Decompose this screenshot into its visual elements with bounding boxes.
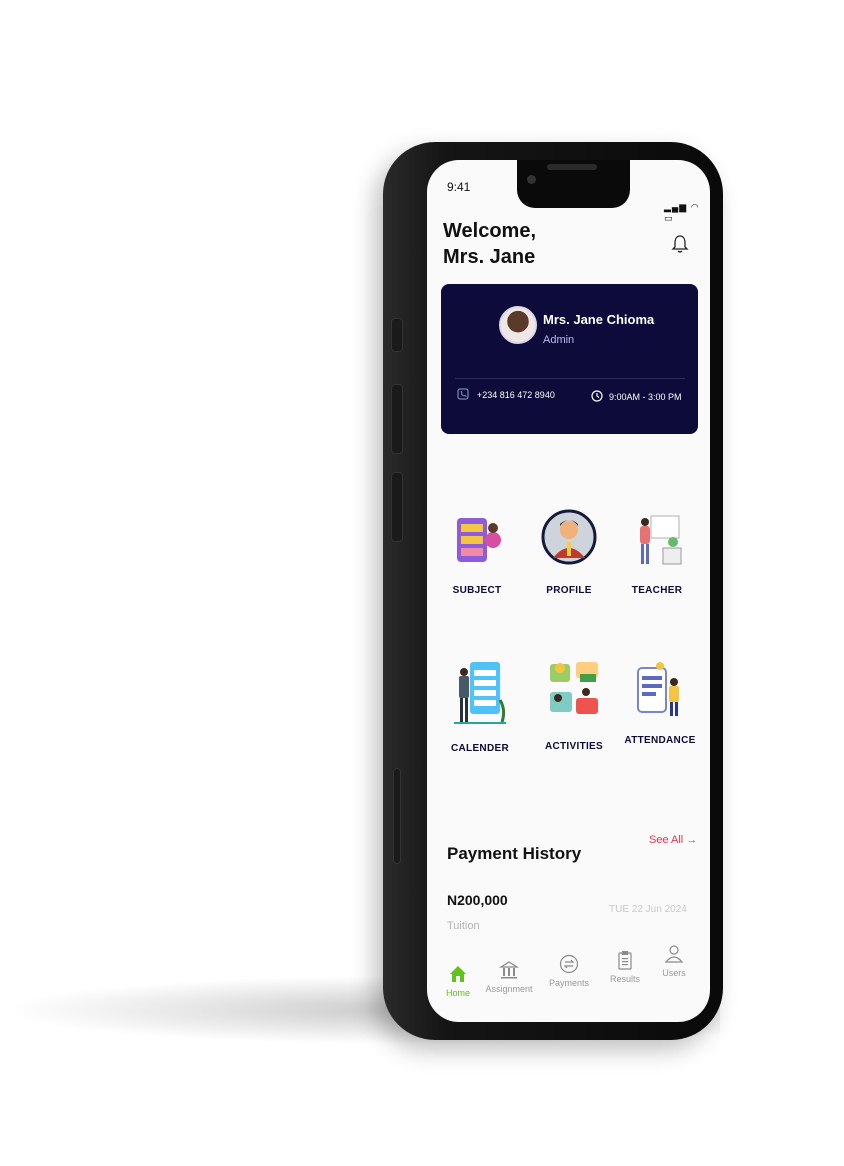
payment-amount: N200,000	[447, 892, 508, 908]
avatar	[499, 306, 537, 344]
home-icon	[450, 966, 466, 982]
profile-phone: +234 816 472 8940	[477, 390, 555, 400]
payment-history-title: Payment History	[447, 844, 582, 863]
status-icons: ▂▄▆ ◠ ▭	[664, 202, 700, 223]
profile-hours: 9:00AM - 3:00 PM	[609, 392, 682, 402]
clipboard-icon	[618, 951, 632, 970]
payment-type: Tuition	[447, 920, 480, 932]
calendar-illustration-icon	[454, 662, 506, 724]
tile-teacher[interactable]: TEACHER	[617, 512, 697, 596]
tile-profile[interactable]: PROFILE	[529, 502, 609, 596]
nav-item-home[interactable]: Home	[433, 964, 483, 998]
front-camera	[527, 175, 536, 184]
tile-label: ACTIVITIES	[544, 741, 603, 752]
teacher-illustration-icon	[640, 515, 682, 565]
tile-label: PROFILE	[546, 585, 592, 596]
profile-role: Admin	[543, 334, 575, 346]
speaker	[547, 164, 597, 170]
phone-icon	[457, 388, 469, 400]
notch	[517, 160, 630, 208]
nav-item-payments[interactable]: Payments	[544, 954, 594, 988]
tile-label: TEACHER	[631, 585, 683, 596]
tile-label: CALENDER	[451, 743, 509, 754]
profile-name: Mrs. Jane Chioma	[543, 312, 655, 327]
payment-date: TUE 22 Jun 2024	[609, 904, 687, 915]
user-icon	[664, 945, 684, 963]
exchange-icon	[559, 954, 579, 974]
status-time: 9:41	[447, 180, 471, 194]
silent-switch	[391, 318, 403, 352]
user-greeting-name: Mrs. Jane	[443, 246, 536, 268]
tile-attendance[interactable]: ATTENDANCE	[620, 662, 700, 746]
profile-card[interactable]: Mrs. Jane Chioma Admin +234 816 472 8940…	[441, 284, 698, 434]
activities-illustration-icon	[550, 662, 598, 714]
nav-label: Assignment	[485, 984, 533, 994]
nav-label: Home	[445, 988, 470, 998]
see-all-link[interactable]: See All →	[649, 834, 697, 846]
tile-label: ATTENDANCE	[624, 735, 696, 746]
tile-activities[interactable]: ACTIVITIES	[534, 658, 614, 752]
welcome-line: Welcome,	[443, 220, 536, 242]
subject-illustration-icon	[457, 518, 501, 562]
nav-item-assignment[interactable]: Assignment	[484, 960, 534, 994]
bank-icon	[499, 961, 519, 979]
profile-illustration-icon	[541, 509, 597, 565]
sim-tray	[393, 768, 401, 864]
welcome-heading: Welcome, Mrs. Jane	[443, 218, 536, 270]
bell-icon[interactable]	[671, 234, 689, 254]
tile-calender[interactable]: CALENDER	[440, 660, 520, 754]
nav-label: Payments	[548, 978, 590, 988]
tile-label: SUBJECT	[452, 585, 502, 596]
bottom-nav: Home Assignment Payments Results Users	[427, 945, 710, 1022]
nav-label: Results	[609, 974, 640, 984]
card-divider	[455, 378, 685, 379]
tile-subject[interactable]: SUBJECT	[437, 512, 517, 596]
volume-up-button	[391, 384, 403, 454]
attendance-illustration-icon	[637, 662, 679, 716]
volume-down-button	[391, 472, 403, 542]
nav-label: Users	[662, 968, 686, 978]
clock-icon	[591, 390, 603, 402]
nav-item-results[interactable]: Results	[600, 950, 650, 984]
nav-item-users[interactable]: Users	[649, 944, 699, 978]
phone-screen: 9:41 ▂▄▆ ◠ ▭ Welcome, Mrs. Jane Mrs. Jan…	[427, 160, 710, 1022]
